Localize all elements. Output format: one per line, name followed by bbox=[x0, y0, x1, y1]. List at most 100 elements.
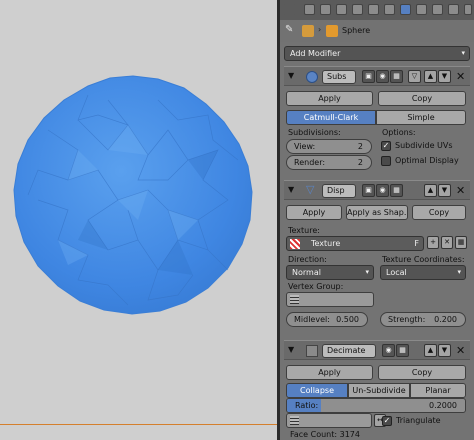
material-tab-icon[interactable] bbox=[432, 4, 443, 15]
triangulate-checkbox[interactable]: ✓ bbox=[382, 416, 392, 426]
data-tab-icon[interactable] bbox=[416, 4, 427, 15]
direction-value: Normal bbox=[292, 268, 321, 277]
triangulate-label: Triangulate bbox=[396, 416, 441, 425]
optimal-display-checkbox[interactable] bbox=[381, 156, 391, 166]
simple-button[interactable]: Simple bbox=[376, 110, 466, 125]
add-modifier-dropdown[interactable]: Add Modifier ▾ bbox=[284, 46, 470, 61]
editor-type-icon[interactable] bbox=[284, 4, 295, 15]
view-levels-label: View: bbox=[294, 142, 316, 151]
vertex-group-field[interactable] bbox=[286, 292, 374, 307]
face-count: Face Count: 3174 bbox=[290, 430, 360, 439]
render-icon[interactable]: ▦ bbox=[390, 70, 403, 83]
move-up-icon[interactable]: ▲ bbox=[424, 344, 437, 357]
close-icon[interactable]: ✕ bbox=[456, 70, 465, 83]
close-icon[interactable]: ✕ bbox=[456, 184, 465, 197]
cage-icon[interactable]: ▽ bbox=[408, 70, 421, 83]
displace-modifier-header: ▼ ▽ Disp ▣ ◉ ▦ ▲ ▼ ✕ bbox=[284, 180, 470, 200]
midlevel-field[interactable]: Midlevel: 0.500 bbox=[286, 312, 368, 327]
subdivide-uvs-label: Subdivide UVs bbox=[395, 141, 453, 150]
view-levels-field[interactable]: View: 2 bbox=[286, 139, 372, 154]
collapse-triangle-icon[interactable]: ▼ bbox=[288, 71, 294, 80]
planar-tab[interactable]: Planar bbox=[410, 383, 466, 398]
vertex-group-icon bbox=[290, 416, 299, 425]
pin-icon[interactable]: ✎ bbox=[285, 24, 293, 35]
texture-name: Texture bbox=[311, 239, 341, 248]
world-tab-icon[interactable] bbox=[352, 4, 363, 15]
texture-coordinates-label: Texture Coordinates: bbox=[382, 255, 465, 264]
context-row: ✎ › Sphere bbox=[280, 20, 474, 42]
texture-coordinates-value: Local bbox=[386, 268, 407, 277]
direction-dropdown[interactable]: Normal ▾ bbox=[286, 265, 374, 280]
render-icon[interactable]: ▦ bbox=[390, 184, 403, 197]
texture-tab-icon[interactable] bbox=[448, 4, 459, 15]
collapse-triangle-icon[interactable]: ▼ bbox=[288, 185, 294, 194]
fake-user-toggle[interactable]: F bbox=[414, 237, 419, 250]
view-icon[interactable]: ◉ bbox=[376, 70, 389, 83]
subsurf-copy-button[interactable]: Copy bbox=[378, 91, 466, 106]
edit-mode-icon[interactable]: ▣ bbox=[362, 70, 375, 83]
move-up-icon[interactable]: ▲ bbox=[424, 184, 437, 197]
decimate-vertex-group-field[interactable] bbox=[286, 413, 372, 428]
render-icon[interactable]: ▦ bbox=[396, 344, 409, 357]
strength-field[interactable]: Strength: 0.200 bbox=[380, 312, 466, 327]
apply-as-shape-button[interactable]: Apply as Shap... bbox=[346, 205, 408, 220]
ratio-slider[interactable]: Ratio: 0.2000 bbox=[286, 398, 466, 413]
render-levels-label: Render: bbox=[294, 158, 326, 167]
subdivide-uvs-checkbox[interactable]: ✓ bbox=[381, 141, 391, 151]
move-down-icon[interactable]: ▼ bbox=[438, 70, 451, 83]
collapse-tab[interactable]: Collapse bbox=[286, 383, 348, 398]
texture-selector[interactable]: Texture F bbox=[286, 236, 424, 251]
chevron-down-icon: ▾ bbox=[365, 268, 369, 276]
decimate-apply-button[interactable]: Apply bbox=[286, 365, 373, 380]
options-label: Options: bbox=[382, 128, 416, 137]
new-texture-icon[interactable]: + bbox=[427, 236, 439, 249]
edit-mode-icon[interactable]: ▣ bbox=[362, 184, 375, 197]
displace-apply-button[interactable]: Apply bbox=[286, 205, 342, 220]
displace-icon: ▽ bbox=[306, 183, 315, 196]
ratio-value: 0.2000 bbox=[429, 401, 457, 410]
subsurf-apply-button[interactable]: Apply bbox=[286, 91, 373, 106]
sphere-mesh[interactable] bbox=[8, 70, 258, 320]
subsurf-name-field[interactable]: Subs bbox=[322, 70, 356, 84]
view-icon[interactable]: ◉ bbox=[376, 184, 389, 197]
chevron-down-icon: ▾ bbox=[457, 268, 461, 276]
subdivisions-label: Subdivisions: bbox=[288, 128, 341, 137]
physics-tab-icon[interactable] bbox=[464, 4, 472, 15]
render-levels-value: 2 bbox=[357, 158, 363, 167]
optimal-display-label: Optimal Display bbox=[395, 156, 459, 165]
decimate-copy-button[interactable]: Copy bbox=[378, 365, 466, 380]
strength-value: 0.200 bbox=[434, 315, 457, 324]
unlink-icon[interactable]: ✕ bbox=[441, 236, 453, 249]
direction-label: Direction: bbox=[288, 255, 327, 264]
view-levels-value: 2 bbox=[357, 142, 363, 151]
move-down-icon[interactable]: ▼ bbox=[438, 344, 451, 357]
close-icon[interactable]: ✕ bbox=[456, 344, 465, 357]
collapse-triangle-icon[interactable]: ▼ bbox=[288, 345, 294, 354]
chevron-down-icon: ▾ bbox=[461, 49, 465, 57]
displace-name-field[interactable]: Disp bbox=[322, 184, 356, 198]
3d-viewport[interactable] bbox=[0, 0, 277, 440]
unsubdivide-tab[interactable]: Un-Subdivide bbox=[348, 383, 410, 398]
view-icon[interactable]: ◉ bbox=[382, 344, 395, 357]
constraints-tab-icon[interactable] bbox=[384, 4, 395, 15]
decimate-name-field[interactable]: Decimate bbox=[322, 344, 376, 358]
ratio-label: Ratio: bbox=[295, 401, 319, 410]
scene-tab-icon[interactable] bbox=[336, 4, 347, 15]
breadcrumb-arrow-icon: › bbox=[318, 25, 322, 34]
modifiers-tab-icon[interactable] bbox=[400, 4, 411, 15]
object-name: Sphere bbox=[342, 26, 371, 35]
catmull-clark-button[interactable]: Catmull-Clark bbox=[286, 110, 376, 125]
texture-checker-icon bbox=[290, 239, 300, 249]
move-up-icon[interactable]: ▲ bbox=[424, 70, 437, 83]
midlevel-value: 0.500 bbox=[336, 315, 359, 324]
object-tab-icon[interactable] bbox=[368, 4, 379, 15]
move-down-icon[interactable]: ▼ bbox=[438, 184, 451, 197]
decimate-modifier-header: ▼ Decimate ◉ ▦ ▲ ▼ ✕ bbox=[284, 340, 470, 360]
render-tab-icon[interactable] bbox=[304, 4, 315, 15]
render-levels-field[interactable]: Render: 2 bbox=[286, 155, 372, 170]
displace-copy-button[interactable]: Copy bbox=[412, 205, 466, 220]
texture-properties-icon[interactable]: ▦ bbox=[455, 236, 467, 249]
texture-coordinates-dropdown[interactable]: Local ▾ bbox=[380, 265, 466, 280]
render-layers-tab-icon[interactable] bbox=[320, 4, 331, 15]
timeline-edge bbox=[0, 424, 277, 425]
